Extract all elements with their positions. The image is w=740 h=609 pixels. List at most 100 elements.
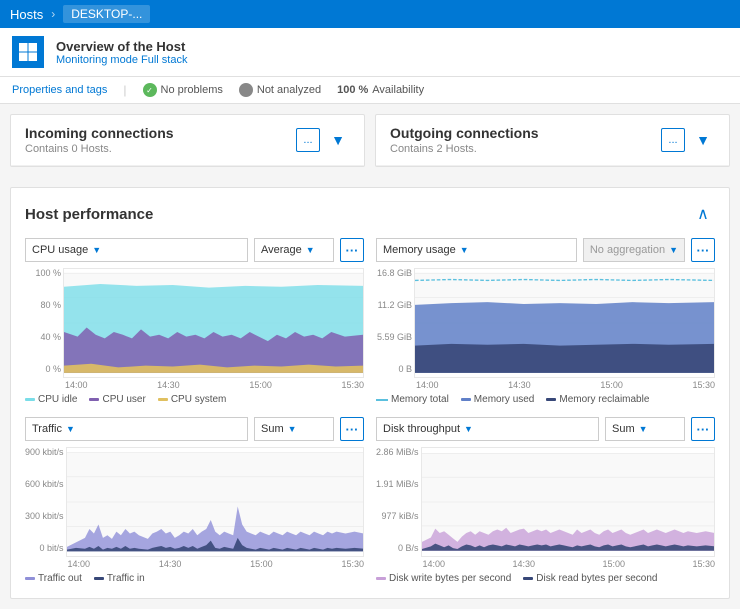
disk-y-labels: 2.86 MiB/s 1.91 MiB/s 977 kiB/s 0 B/s <box>376 447 419 569</box>
green-dot-icon <box>143 83 157 97</box>
perf-title: Host performance <box>25 206 153 223</box>
memory-used-legend: Memory used <box>461 394 535 405</box>
disk-agg-arrow: ▼ <box>639 424 648 434</box>
disk-chart-legend: Disk write bytes per second Disk read by… <box>376 573 715 584</box>
incoming-actions: ... ▼ <box>296 128 350 152</box>
cpu-idle-color <box>25 398 35 401</box>
outgoing-title: Outgoing connections <box>390 125 539 141</box>
cpu-y-labels: 100 % 80 % 40 % 0 % <box>25 268 61 390</box>
breadcrumb-sep: › <box>51 7 55 21</box>
host-info-bar: Overview of the Host Monitoring mode Ful… <box>0 28 740 77</box>
traffic-chart-inner: 14:00 14:30 15:00 15:30 <box>66 447 364 569</box>
cpu-user-color <box>89 398 99 401</box>
availability-status: 100 % Availability <box>337 84 424 96</box>
memory-more-button[interactable]: ··· <box>691 238 715 262</box>
status-bar: Properties and tags | No problems Not an… <box>0 77 740 104</box>
main-content: Incoming connections Contains 0 Hosts. .… <box>0 104 740 609</box>
memory-used-color <box>461 398 471 401</box>
memory-metric-select[interactable]: Memory usage ▼ <box>376 238 577 262</box>
disk-x-labels: 14:00 14:30 15:00 15:30 <box>421 559 715 569</box>
disk-chart-controls: Disk throughput ▼ Sum ▼ ··· <box>376 417 715 441</box>
cpu-chart-wrap: 100 % 80 % 40 % 0 % <box>25 268 364 390</box>
traffic-chart-wrap: 900 kbit/s 600 kbit/s 300 kbit/s 0 bit/s <box>25 447 364 569</box>
hosts-title[interactable]: Hosts <box>10 7 43 22</box>
host-details: Overview of the Host Monitoring mode Ful… <box>56 39 187 66</box>
cpu-agg-arrow: ▼ <box>306 245 315 255</box>
no-problems-status: No problems <box>143 83 223 97</box>
cpu-chart-container: CPU usage ▼ Average ▼ ··· 100 % 80 % 40 … <box>25 238 364 405</box>
memory-reclaimable-legend: Memory reclaimable <box>546 394 649 405</box>
incoming-connections-card: Incoming connections Contains 0 Hosts. .… <box>10 114 365 167</box>
cpu-chart-legend: CPU idle CPU user CPU system <box>25 394 364 405</box>
disk-select-arrow: ▼ <box>464 424 473 434</box>
perf-header: Host performance ∧ <box>25 202 715 226</box>
incoming-title: Incoming connections <box>25 125 174 141</box>
cpu-x-labels: 14:00 14:30 15:00 15:30 <box>63 380 364 390</box>
cpu-system-legend: CPU system <box>158 394 227 405</box>
cpu-chart-controls: CPU usage ▼ Average ▼ ··· <box>25 238 364 262</box>
disk-read-color <box>523 577 533 580</box>
disk-more-button[interactable]: ··· <box>691 417 715 441</box>
host-mode: Monitoring mode Full stack <box>56 54 187 66</box>
top-navigation: Hosts › DESKTOP-... <box>0 0 740 28</box>
incoming-collapse-button[interactable]: ▼ <box>326 128 350 152</box>
traffic-chart-container: Traffic ▼ Sum ▼ ··· 900 kbit/s 600 kbit/… <box>25 417 364 584</box>
traffic-in-legend: Traffic in <box>94 573 145 584</box>
incoming-info: Incoming connections Contains 0 Hosts. <box>25 125 174 155</box>
traffic-chart-svg <box>66 447 364 557</box>
traffic-out-legend: Traffic out <box>25 573 82 584</box>
cpu-agg-select[interactable]: Average ▼ <box>254 238 334 262</box>
traffic-metric-select[interactable]: Traffic ▼ <box>25 417 248 441</box>
memory-x-labels: 14:00 14:30 15:00 15:30 <box>414 380 715 390</box>
disk-chart-wrap: 2.86 MiB/s 1.91 MiB/s 977 kiB/s 0 B/s <box>376 447 715 569</box>
memory-total-legend: Memory total <box>376 394 449 405</box>
memory-chart-inner: 14:00 14:30 15:00 15:30 <box>414 268 715 390</box>
memory-total-color <box>376 399 388 401</box>
disk-read-legend: Disk read bytes per second <box>523 573 657 584</box>
cpu-more-button[interactable]: ··· <box>340 238 364 262</box>
outgoing-connections-card: Outgoing connections Contains 2 Hosts. .… <box>375 114 730 167</box>
cpu-metric-select[interactable]: CPU usage ▼ <box>25 238 248 262</box>
memory-agg-select[interactable]: No aggregation ▼ <box>583 238 685 262</box>
disk-write-color <box>376 577 386 580</box>
outgoing-info: Outgoing connections Contains 2 Hosts. <box>390 125 539 155</box>
perf-collapse-button[interactable]: ∧ <box>691 202 715 226</box>
cpu-user-legend: CPU user <box>89 394 145 405</box>
properties-tags-link[interactable]: Properties and tags <box>12 84 107 96</box>
memory-reclaimable-color <box>546 398 556 401</box>
breadcrumb-current: DESKTOP-... <box>63 5 150 23</box>
charts-grid: CPU usage ▼ Average ▼ ··· 100 % 80 % 40 … <box>25 238 715 584</box>
outgoing-card-header: Outgoing connections Contains 2 Hosts. .… <box>376 115 729 166</box>
cpu-chart-inner: 14:00 14:30 15:00 15:30 <box>63 268 364 390</box>
gray-dot-icon <box>239 83 253 97</box>
disk-chart-container: Disk throughput ▼ Sum ▼ ··· 2.86 MiB/s 1… <box>376 417 715 584</box>
traffic-select-arrow: ▼ <box>66 424 75 434</box>
traffic-chart-legend: Traffic out Traffic in <box>25 573 364 584</box>
memory-agg-arrow: ▼ <box>669 245 678 255</box>
memory-select-arrow: ▼ <box>460 245 469 255</box>
windows-icon <box>12 36 44 68</box>
traffic-y-labels: 900 kbit/s 600 kbit/s 300 kbit/s 0 bit/s <box>25 447 64 569</box>
memory-chart-legend: Memory total Memory used Memory reclaima… <box>376 394 715 405</box>
cpu-select-arrow: ▼ <box>92 245 101 255</box>
disk-write-legend: Disk write bytes per second <box>376 573 511 584</box>
outgoing-more-button[interactable]: ... <box>661 128 685 152</box>
outgoing-subtitle: Contains 2 Hosts. <box>390 143 539 155</box>
cpu-idle-legend: CPU idle <box>25 394 77 405</box>
traffic-out-color <box>25 577 35 580</box>
traffic-more-button[interactable]: ··· <box>340 417 364 441</box>
memory-chart-svg <box>414 268 715 378</box>
outgoing-collapse-button[interactable]: ▼ <box>691 128 715 152</box>
incoming-more-button[interactable]: ... <box>296 128 320 152</box>
not-analyzed-status: Not analyzed <box>239 83 321 97</box>
traffic-agg-select[interactable]: Sum ▼ <box>254 417 334 441</box>
outgoing-actions: ... ▼ <box>661 128 715 152</box>
memory-chart-wrap: 16.8 GiB 11.2 GiB 5.59 GiB 0 B <box>376 268 715 390</box>
memory-y-labels: 16.8 GiB 11.2 GiB 5.59 GiB 0 B <box>376 268 412 390</box>
cpu-chart-svg <box>63 268 364 378</box>
disk-agg-select[interactable]: Sum ▼ <box>605 417 685 441</box>
incoming-card-header: Incoming connections Contains 0 Hosts. .… <box>11 115 364 166</box>
traffic-x-labels: 14:00 14:30 15:00 15:30 <box>66 559 364 569</box>
disk-metric-select[interactable]: Disk throughput ▼ <box>376 417 599 441</box>
incoming-subtitle: Contains 0 Hosts. <box>25 143 174 155</box>
